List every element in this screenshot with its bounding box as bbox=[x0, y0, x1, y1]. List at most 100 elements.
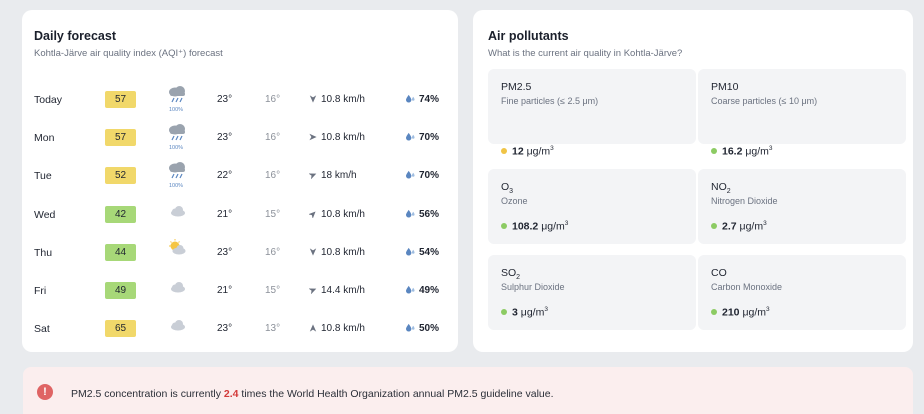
pollutant-value: 16.2 μg/m3 bbox=[711, 145, 773, 158]
temperature-max: 23° bbox=[217, 94, 233, 105]
daily-forecast-subtitle: Kohtla-Järve air quality index (AQI⁺) fo… bbox=[34, 48, 223, 59]
forecast-day: Tue bbox=[34, 170, 52, 182]
cloud-icon bbox=[166, 198, 190, 228]
wind-direction-icon bbox=[309, 248, 317, 256]
humidity-value: 56% bbox=[419, 209, 440, 220]
pollutant-value: 108.2 μg/m3 bbox=[501, 220, 568, 233]
wind-direction-icon bbox=[309, 95, 317, 103]
air-pollutants-card: Air pollutants What is the current air q… bbox=[473, 10, 913, 352]
pollutant-symbol: SO bbox=[501, 267, 517, 279]
pollutant-concentration: 2.7 bbox=[722, 220, 737, 233]
pollutant-name: O3 bbox=[501, 181, 513, 195]
pollutant-subscript: 2 bbox=[726, 188, 731, 196]
alert-text-after: times the World Health Organization annu… bbox=[238, 388, 554, 400]
wind-speed: 14.4 km/h bbox=[309, 285, 365, 296]
pollutant-concentration: 3 bbox=[512, 306, 518, 319]
humidity-drop-icon bbox=[406, 323, 415, 332]
temperature-max: 21° bbox=[217, 285, 233, 296]
pollutant-unit: μg/m bbox=[541, 220, 565, 233]
forecast-day: Thu bbox=[34, 247, 53, 259]
pollutant-symbol: PM10 bbox=[711, 81, 739, 93]
pollutant-description: Carbon Monoxide bbox=[711, 282, 783, 292]
forecast-row: Fri 49 21° 15° 14.4 km/h 49% bbox=[22, 277, 458, 307]
wind-speed: 10.8 km/h bbox=[309, 94, 365, 105]
pollutant-value: 12 μg/m3 bbox=[501, 145, 554, 158]
pollutant-unit: μg/m bbox=[742, 306, 767, 319]
pollutant-value: 210 μg/m3 bbox=[711, 306, 770, 319]
temperature-max: 23° bbox=[217, 247, 233, 258]
pollutant-card[interactable]: PM2.5 Fine particles (≤ 2.5 μm) 12 μg/m3 bbox=[488, 69, 696, 158]
pollutant-name: CO bbox=[711, 267, 727, 279]
forecast-day: Sat bbox=[34, 323, 50, 335]
status-dot bbox=[711, 147, 717, 154]
temperature-min: 15° bbox=[265, 285, 281, 296]
pollutant-description: Nitrogen Dioxide bbox=[711, 196, 778, 206]
pollutant-name: PM10 bbox=[711, 81, 738, 93]
humidity-drop-icon bbox=[406, 94, 415, 103]
humidity: 54% bbox=[405, 247, 439, 258]
wind-speed-value: 10.8 km/h bbox=[321, 132, 365, 143]
wind-speed-value: 14.4 km/h bbox=[321, 285, 365, 296]
status-dot bbox=[501, 222, 507, 229]
pollutant-symbol: NO bbox=[711, 181, 727, 193]
pollutant-card[interactable]: PM10 Coarse particles (≤ 10 μm) 16.2 μg/m3 bbox=[698, 69, 906, 158]
forecast-day: Fri bbox=[34, 285, 47, 297]
humidity-value: 49% bbox=[419, 285, 440, 296]
pollutant-name: SO2 bbox=[501, 267, 520, 281]
humidity-drop-icon bbox=[406, 209, 415, 218]
wind-speed: 10.8 km/h bbox=[309, 209, 365, 220]
temperature-max: 23° bbox=[217, 132, 233, 143]
wind-direction-icon bbox=[309, 324, 317, 332]
precipitation-chance: 100% bbox=[169, 145, 184, 151]
pollutant-subscript: 2 bbox=[516, 274, 521, 282]
aqi-badge: 57 bbox=[105, 129, 136, 146]
humidity-value: 70% bbox=[419, 132, 440, 143]
temperature-max: 21° bbox=[217, 209, 233, 220]
aqi-badge: 57 bbox=[105, 91, 136, 108]
pollutant-value: 3 μg/m3 bbox=[501, 306, 548, 319]
humidity: 56% bbox=[405, 209, 439, 220]
pollutant-unit: μg/m bbox=[745, 145, 769, 158]
pollutant-card[interactable]: CO Carbon Monoxide 210 μg/m3 bbox=[698, 255, 906, 330]
sun-cloud-icon bbox=[166, 236, 190, 266]
cloud-icon bbox=[166, 274, 190, 304]
daily-forecast-title: Daily forecast bbox=[34, 29, 116, 43]
pollutant-unit: μg/m bbox=[526, 145, 551, 158]
pollutant-card[interactable]: SO2 Sulphur Dioxide 3 μg/m3 bbox=[488, 255, 696, 330]
forecast-row: Thu 44 23° 16° 10.8 km/h 54% bbox=[22, 239, 458, 269]
aqi-badge: 42 bbox=[105, 206, 136, 223]
temperature-min: 16° bbox=[265, 247, 281, 258]
precipitation-chance: 100% bbox=[169, 107, 184, 113]
alert-text: PM2.5 concentration is currently 2.4 tim… bbox=[71, 388, 554, 400]
wind-speed-value: 10.8 km/h bbox=[321, 247, 365, 258]
temperature-min: 16° bbox=[265, 132, 281, 143]
pollutant-unit-exp: 3 bbox=[544, 306, 548, 313]
cloud-icon bbox=[166, 312, 190, 342]
wind-direction-icon bbox=[309, 288, 317, 294]
pollutant-unit: μg/m bbox=[739, 220, 764, 233]
pollutant-card[interactable]: NO2 Nitrogen Dioxide 2.7 μg/m3 bbox=[698, 169, 906, 244]
status-dot bbox=[501, 147, 507, 154]
forecast-day: Today bbox=[34, 94, 63, 106]
air-pollutants-title: Air pollutants bbox=[488, 29, 569, 43]
wind-speed-value: 10.8 km/h bbox=[321, 323, 365, 334]
wind-direction-icon bbox=[309, 211, 316, 218]
humidity-value: 50% bbox=[419, 323, 440, 334]
forecast-day: Wed bbox=[34, 209, 56, 221]
aqi-badge: 49 bbox=[105, 282, 136, 299]
humidity-drop-icon bbox=[406, 247, 415, 256]
humidity-value: 70% bbox=[419, 170, 440, 181]
pollutant-card[interactable]: O3 Ozone 108.2 μg/m3 bbox=[488, 169, 696, 244]
exclamation-icon: ! bbox=[37, 384, 53, 400]
pollutant-unit: μg/m bbox=[520, 306, 545, 319]
daily-forecast-card: Daily forecast Kohtla-Järve air quality … bbox=[22, 10, 458, 352]
humidity: 74% bbox=[405, 94, 439, 105]
pollutant-unit-exp: 3 bbox=[768, 145, 773, 152]
temperature-min: 13° bbox=[265, 323, 281, 334]
wind-speed: 10.8 km/h bbox=[309, 132, 365, 143]
forecast-row: Sat 65 23° 13° 10.8 km/h 50% bbox=[22, 315, 458, 345]
pollutant-unit-exp: 3 bbox=[763, 220, 767, 227]
aqi-badge: 44 bbox=[105, 244, 136, 261]
pollutant-description: Fine particles (≤ 2.5 μm) bbox=[501, 96, 599, 106]
pollutant-description: Sulphur Dioxide bbox=[501, 282, 565, 292]
